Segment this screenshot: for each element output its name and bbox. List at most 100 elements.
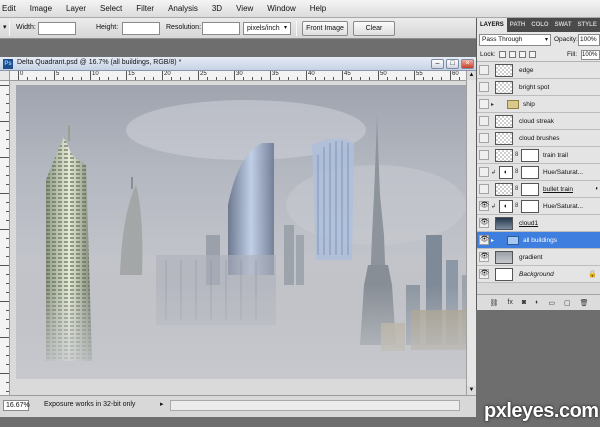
layer-row[interactable]: cloud streak	[477, 113, 600, 130]
ruler-tick	[6, 139, 9, 140]
menu-edit[interactable]: Edit	[0, 0, 23, 18]
effects-icon[interactable]: ◐	[595, 186, 599, 192]
ruler-minor-tick	[81, 77, 82, 80]
layer-row[interactable]: cloud brushes	[477, 130, 600, 147]
ruler-tick	[6, 175, 9, 176]
tab-paths[interactable]: PATH	[507, 18, 528, 32]
resolution-field[interactable]	[202, 22, 240, 35]
divider	[296, 21, 297, 36]
tool-preset-caret-icon[interactable]: ▾	[3, 23, 7, 31]
visibility-toggle[interactable]	[479, 65, 489, 75]
expand-arrow-icon[interactable]: ▸	[491, 237, 494, 244]
menu-3d[interactable]: 3D	[205, 0, 229, 18]
menu-window[interactable]: Window	[260, 0, 302, 18]
scroll-up-icon[interactable]: ▲	[467, 71, 476, 80]
document-title-bar[interactable]: Ps Delta Quadrant.psd @ 16.7% (all build…	[0, 57, 476, 71]
ruler-number: 35	[272, 71, 279, 77]
menu-select[interactable]: Select	[93, 0, 129, 18]
visibility-toggle[interactable]	[479, 150, 489, 160]
visibility-toggle[interactable]	[479, 184, 489, 194]
menu-layer[interactable]: Layer	[59, 0, 93, 18]
ruler-minor-tick	[135, 77, 136, 80]
menu-view[interactable]: View	[229, 0, 260, 18]
horizontal-scrollbar[interactable]	[170, 400, 460, 411]
visibility-toggle[interactable]	[479, 116, 489, 126]
ruler-number: 55	[416, 71, 423, 77]
expand-arrow-icon[interactable]: ▸	[491, 101, 494, 108]
maximize-button[interactable]: □	[446, 59, 459, 69]
minimize-button[interactable]: –	[431, 59, 444, 69]
layer-row[interactable]: bright spot	[477, 79, 600, 96]
ruler-number: 5	[56, 71, 60, 77]
height-field[interactable]	[122, 22, 160, 35]
layer-row[interactable]: ↲ ◐ 8 Hue/Saturat...	[477, 164, 600, 181]
link-layers-icon[interactable]: ⛓	[490, 299, 499, 307]
clear-button[interactable]: Clear	[353, 21, 395, 36]
layer-row-selected[interactable]: 👁 ▸ all buildings	[477, 232, 600, 249]
new-layer-icon[interactable]: ▢	[564, 299, 571, 307]
layer-row[interactable]: ▸ ship	[477, 96, 600, 113]
tab-color[interactable]: COLO	[528, 18, 551, 32]
visibility-toggle[interactable]: 👁	[479, 218, 489, 228]
layer-row[interactable]: 8 train trail	[477, 147, 600, 164]
ruler-minor-tick	[297, 77, 298, 80]
ruler-minor-tick	[27, 77, 28, 80]
horizontal-ruler[interactable]: 0 5 10 15 20 25 30 35 40 45 50 55 60	[10, 71, 466, 81]
layer-row[interactable]: 👁 ↲ ◐ 8 Hue/Saturat...	[477, 198, 600, 215]
visibility-toggle[interactable]	[479, 167, 489, 177]
ruler-minor-tick	[279, 77, 280, 80]
scroll-down-icon[interactable]: ▼	[467, 386, 476, 395]
width-field[interactable]	[38, 22, 76, 35]
visibility-toggle[interactable]: 👁	[479, 235, 489, 245]
canvas-area[interactable]	[10, 81, 466, 395]
tab-styles[interactable]: STYLE	[574, 18, 599, 32]
lock-transparency-icon[interactable]	[499, 51, 506, 58]
tab-layers[interactable]: LAYERS	[477, 18, 507, 32]
ruler-minor-tick	[315, 77, 316, 80]
lock-all-icon[interactable]	[529, 51, 536, 58]
image-canvas[interactable]	[16, 85, 466, 379]
add-style-icon[interactable]: fx	[507, 299, 512, 306]
layer-name: Background	[519, 271, 554, 278]
vertical-scrollbar[interactable]: ▲ ▼	[466, 71, 476, 395]
visibility-toggle[interactable]	[479, 82, 489, 92]
zoom-level-field[interactable]: 16.67%	[3, 400, 30, 411]
layer-row[interactable]: 👁 Background 🔒	[477, 266, 600, 283]
layer-name: bright spot	[519, 84, 550, 91]
visibility-toggle[interactable]: 👁	[479, 201, 489, 211]
layer-name: Hue/Saturat...	[543, 169, 584, 176]
opacity-field[interactable]: 100%	[578, 34, 600, 46]
resolution-units-select[interactable]: pixels/inch ▾	[243, 22, 291, 35]
status-menu-arrow-icon[interactable]: ▸	[160, 400, 164, 408]
photoshop-doc-icon: Ps	[3, 59, 13, 69]
layer-row[interactable]: 8 bullet train ◐	[477, 181, 600, 198]
visibility-toggle[interactable]	[479, 133, 489, 143]
layer-name: ship	[523, 101, 535, 108]
lock-pixels-icon[interactable]	[509, 51, 516, 58]
visibility-toggle[interactable]	[479, 99, 489, 109]
ruler-origin[interactable]	[0, 71, 10, 81]
close-button[interactable]: ×	[461, 59, 474, 69]
menu-help[interactable]: Help	[303, 0, 333, 18]
new-group-icon[interactable]: ▭	[548, 299, 555, 307]
add-mask-icon[interactable]: ◙	[522, 299, 526, 306]
tab-swatches[interactable]: SWAT	[552, 18, 575, 32]
layer-row[interactable]: 👁 gradient	[477, 249, 600, 266]
ruler-minor-tick	[441, 77, 442, 80]
visibility-toggle[interactable]: 👁	[479, 252, 489, 262]
blend-mode-select[interactable]: Pass Through ▾	[479, 34, 551, 46]
menu-image[interactable]: Image	[23, 0, 59, 18]
visibility-toggle[interactable]: 👁	[479, 269, 489, 279]
menu-analysis[interactable]: Analysis	[161, 0, 205, 18]
layer-row[interactable]: edge	[477, 62, 600, 79]
status-message[interactable]: Exposure works in 32-bit only	[44, 401, 135, 408]
new-adjustment-icon[interactable]: ◐	[535, 299, 539, 306]
fill-field[interactable]: 100%	[581, 50, 600, 60]
layer-row[interactable]: 👁 cloud1	[477, 215, 600, 232]
ruler-number: 45	[344, 71, 351, 77]
lock-position-icon[interactable]	[519, 51, 526, 58]
delete-layer-icon[interactable]: 🗑	[580, 299, 589, 307]
vertical-ruler[interactable]	[0, 81, 10, 395]
front-image-button[interactable]: Front Image	[302, 21, 348, 36]
menu-filter[interactable]: Filter	[129, 0, 161, 18]
